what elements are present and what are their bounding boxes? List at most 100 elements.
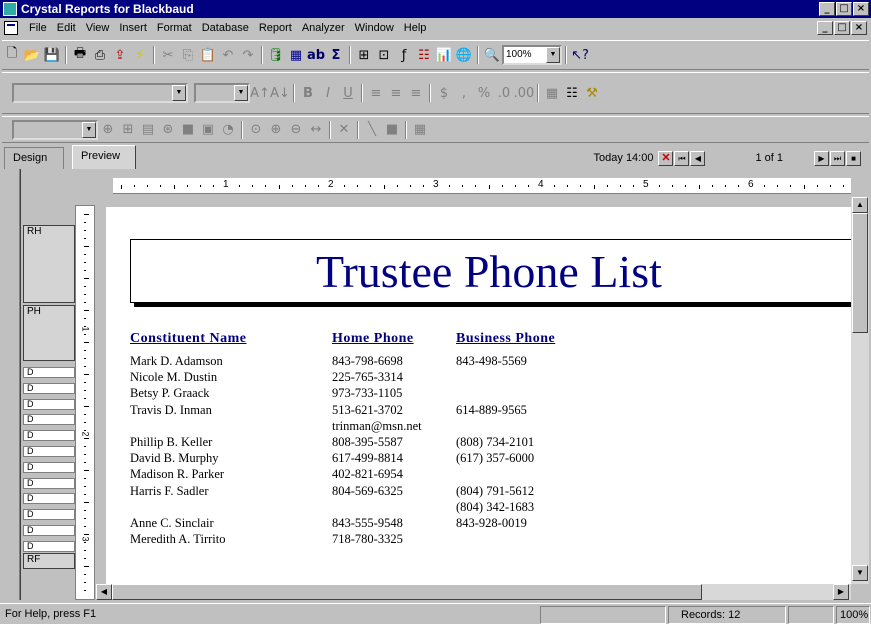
insert-olap-icon[interactable]: ⊛ [158, 120, 178, 140]
report-title[interactable]: Trustee Phone List [316, 245, 662, 298]
zoom-out-icon[interactable]: ⊖ [286, 120, 306, 140]
decrease-decimal-icon[interactable]: .00 [514, 83, 535, 103]
save-icon[interactable]: 💾 [42, 45, 62, 65]
insert-summary-icon[interactable]: Σ [326, 45, 346, 65]
font-name-dropdown-arrow[interactable]: ▼ [172, 85, 186, 101]
tab-preview[interactable]: Preview [72, 145, 136, 169]
scroll-right-icon[interactable]: ▶ [833, 584, 849, 600]
doc-minimize-button[interactable]: _ [817, 21, 833, 35]
row-name-cell[interactable]: Phillip B. Keller [130, 435, 212, 450]
currency-icon[interactable]: $ [434, 83, 454, 103]
stop-loading-icon[interactable]: ■ [846, 150, 861, 166]
section-details[interactable]: D [23, 493, 75, 504]
row-home-cell[interactable]: 808-395-5587 [332, 435, 403, 450]
next-page-icon[interactable]: ▶ [814, 150, 829, 166]
paste-icon[interactable]: 📋 [198, 45, 218, 65]
row-business-cell[interactable]: (804) 342-1683 [456, 500, 534, 515]
last-page-icon[interactable]: ⏭ [830, 150, 845, 166]
column-header-home-phone[interactable]: Home Phone [332, 331, 414, 347]
export-icon[interactable]: ⇪ [110, 45, 130, 65]
menu-edit[interactable]: Edit [52, 18, 81, 38]
row-business-cell[interactable]: 614-889-9565 [456, 403, 527, 418]
section-details[interactable]: D [23, 367, 75, 378]
insert-text-icon[interactable]: ab [306, 45, 326, 65]
row-home-cell[interactable]: 973-733-1105 [332, 386, 402, 401]
minimize-button[interactable]: _ [819, 2, 835, 16]
font-size-select[interactable]: ▼ [194, 83, 250, 103]
row-home-cell[interactable]: 843-798-6698 [332, 354, 403, 369]
formula-icon[interactable]: ƒ [394, 45, 414, 65]
row-business-cell[interactable]: 843-498-5569 [456, 354, 527, 369]
row-name-cell[interactable]: Meredith A. Tirrito [130, 532, 226, 547]
menu-file[interactable]: File [24, 18, 52, 38]
restore-button[interactable]: □ [836, 2, 852, 16]
row-name-cell[interactable]: Mark D. Adamson [130, 354, 223, 369]
horizontal-scrollbar[interactable]: ◀ ▶ [96, 584, 851, 600]
menu-report[interactable]: Report [254, 18, 297, 38]
font-name-select[interactable]: ▼ [12, 83, 188, 103]
crystal-reports-app-icon[interactable] [3, 2, 17, 16]
insert-chart-icon[interactable]: ◔ [218, 120, 238, 140]
border-icon[interactable]: ▦ [542, 83, 562, 103]
row-home-cell[interactable]: 402-821-6954 [332, 467, 403, 482]
scroll-down-icon[interactable]: ▼ [852, 565, 868, 581]
insert-picture-icon[interactable]: ▣ [198, 120, 218, 140]
undo-icon[interactable]: ↶ [218, 45, 238, 65]
zoom-in-icon[interactable]: ⊕ [266, 120, 286, 140]
horizontal-scroll-thumb[interactable] [112, 584, 702, 600]
refresh-icon[interactable]: ⚡ [130, 45, 150, 65]
zoom-icon[interactable]: ⊙ [246, 120, 266, 140]
scroll-left-icon[interactable]: ◀ [96, 584, 112, 600]
increase-font-icon[interactable]: A↑ [250, 83, 270, 103]
insert-line-icon[interactable]: ╲ [362, 120, 382, 140]
object-select[interactable]: ▼ [12, 119, 98, 140]
menu-database[interactable]: Database [197, 18, 254, 38]
chart-icon[interactable]: 📊 [434, 45, 454, 65]
previous-page-icon[interactable]: ◀ [690, 150, 706, 166]
cut-icon[interactable]: ✂ [158, 45, 178, 65]
insert-subreport-icon[interactable]: ■ [178, 120, 198, 140]
align-left-icon[interactable]: ≡ [366, 83, 386, 103]
print-preview-icon[interactable]: ⎙ [90, 45, 110, 65]
highlight-icon[interactable]: ☷ [414, 45, 434, 65]
menu-analyzer[interactable]: Analyzer [297, 18, 350, 38]
row-name-cell[interactable]: Harris F. Sadler [130, 484, 209, 499]
section-report-header[interactable]: RH [23, 225, 75, 303]
section-details[interactable]: D [23, 525, 75, 536]
menu-help[interactable]: Help [399, 18, 432, 38]
vertical-scrollbar[interactable]: ▲ ▼ [851, 197, 869, 584]
section-details[interactable]: D [23, 383, 75, 394]
zoom-select[interactable]: 100% ▼ [502, 45, 562, 65]
bold-icon[interactable]: B [298, 83, 318, 103]
insert-group-icon[interactable]: ⊕ [98, 120, 118, 140]
row-business-cell[interactable]: (808) 734-2101 [456, 435, 534, 450]
zoom-dropdown-arrow[interactable]: ▼ [546, 47, 560, 63]
document-menu-icon[interactable] [4, 21, 18, 35]
doc-close-button[interactable]: × [851, 21, 867, 35]
row-home-cell[interactable]: 804-569-6325 [332, 484, 403, 499]
column-header-name[interactable]: Constituent Name [130, 331, 247, 347]
section-details[interactable]: D [23, 541, 75, 552]
thousands-icon[interactable]: , [454, 83, 474, 103]
row-business-cell[interactable]: (804) 791-5612 [456, 484, 534, 499]
insert-summary2-icon[interactable]: ⊞ [118, 120, 138, 140]
database-expert-icon[interactable]: 🛢 [266, 45, 286, 65]
row-name-cell[interactable]: David B. Murphy [130, 451, 219, 466]
insert-field-icon[interactable]: ▦ [286, 45, 306, 65]
menu-format[interactable]: Format [152, 18, 197, 38]
menu-view[interactable]: View [81, 18, 115, 38]
row-home-cell[interactable]: 513-621-3702 [332, 403, 403, 418]
align-center-icon[interactable]: ≡ [386, 83, 406, 103]
object-dropdown-arrow[interactable]: ▼ [82, 121, 96, 138]
increase-decimal-icon[interactable]: .0 [494, 83, 514, 103]
select-expert-icon[interactable]: ⊡ [374, 45, 394, 65]
underline-icon[interactable]: U [338, 83, 358, 103]
column-header-business-phone[interactable]: Business Phone [456, 331, 555, 347]
print-icon[interactable]: 🖶 [70, 45, 90, 65]
tools-icon[interactable]: ⚒ [582, 83, 602, 103]
align-right-icon[interactable]: ≡ [406, 83, 426, 103]
field-explorer-icon[interactable]: ☷ [562, 83, 582, 103]
section-details[interactable]: D [23, 462, 75, 473]
grid-icon[interactable]: ▦ [410, 120, 430, 140]
insert-box-icon[interactable]: ■ [382, 120, 402, 140]
